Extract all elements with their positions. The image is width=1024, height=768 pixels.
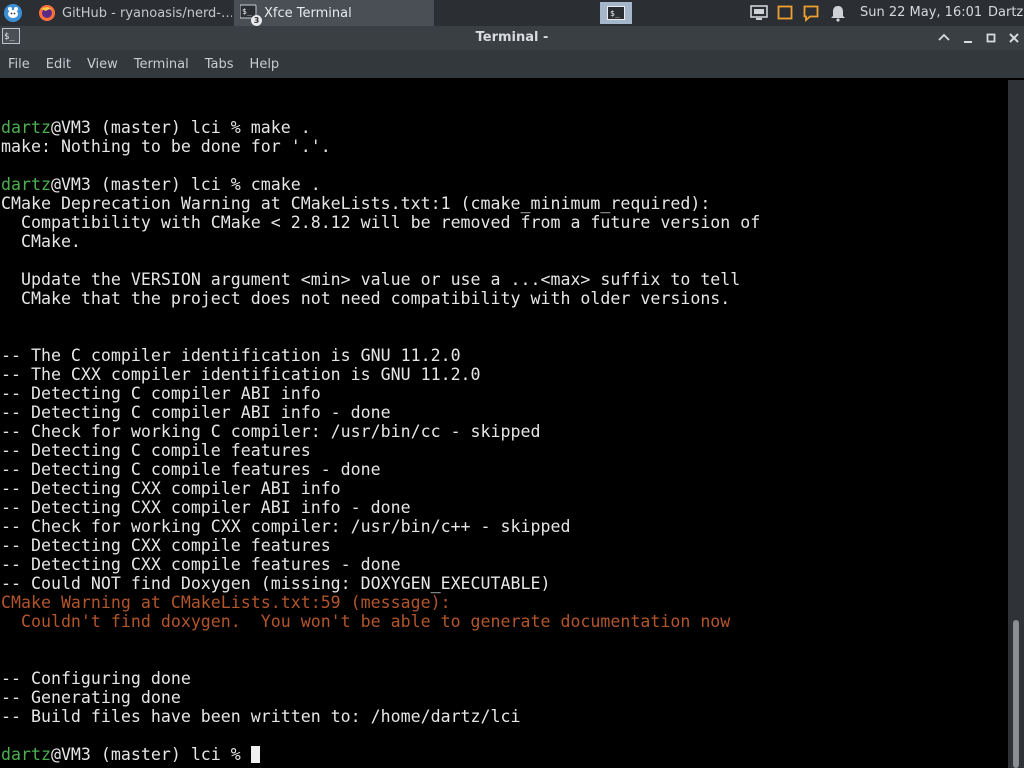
command-text: make . (250, 118, 311, 137)
output-line: -- Detecting C compiler ABI info (1, 384, 321, 403)
output-line: -- Could NOT find Doxygen (missing: DOXY… (1, 574, 551, 593)
clock[interactable]: Sun 22 May, 16:01 (860, 0, 982, 26)
output-line: -- Detecting CXX compiler ABI info - don… (1, 498, 411, 517)
output-line: -- Check for working CXX compiler: /usr/… (1, 517, 571, 536)
menu-view[interactable]: View (79, 57, 126, 72)
minimize-button[interactable] (960, 30, 976, 46)
menu-bar: File Edit View Terminal Tabs Help (0, 50, 1024, 78)
workspace-switcher[interactable]: $_ (600, 2, 632, 24)
output-line: -- The CXX compiler identification is GN… (1, 365, 481, 384)
terminal-scrollbar[interactable] (1008, 80, 1024, 768)
whisker-menu-icon[interactable] (3, 3, 23, 23)
output-line: -- Generating done (1, 688, 181, 707)
top-panel: GitHub - ryanoasis/nerd-… $_ 3 Xfce Term… (0, 0, 1024, 26)
window-title: Terminal - (475, 30, 549, 45)
menu-help[interactable]: Help (242, 57, 288, 72)
output-line: CMake Deprecation Warning at CMakeLists.… (1, 194, 711, 213)
terminal-icon: $_ (607, 6, 625, 20)
prompt-host: @VM3 (master) lci % (50, 175, 251, 194)
prompt-user: dartz (1, 175, 51, 194)
prompt-host: @VM3 (master) lci % (50, 118, 251, 137)
output-line: CMake that the project does not need com… (1, 289, 731, 308)
chat-icon[interactable] (803, 4, 819, 22)
prompt-line: dartz@VM3 (master) lci % (1, 745, 260, 764)
shade-button[interactable] (936, 30, 952, 46)
menu-terminal[interactable]: Terminal (126, 57, 197, 72)
taskbar-item-label: GitHub - ryanoasis/nerd-… (62, 5, 232, 21)
prompt-line: dartz@VM3 (master) lci % make . (1, 118, 311, 137)
menu-edit[interactable]: Edit (38, 57, 79, 72)
text-cursor (250, 746, 260, 763)
window-count-badge: 3 (251, 15, 262, 26)
output-line: make: Nothing to be done for '.'. (1, 137, 331, 156)
output-line: Compatibility with CMake < 2.8.12 will b… (1, 213, 761, 232)
taskbar-item-terminal[interactable]: $_ 3 Xfce Terminal (234, 0, 434, 26)
output-line: -- The C compiler identification is GNU … (1, 346, 461, 365)
notes-icon[interactable] (777, 4, 793, 22)
scrollbar-thumb[interactable] (1013, 620, 1019, 768)
firefox-icon (39, 5, 55, 21)
output-line: -- Detecting CXX compile features (1, 536, 331, 555)
svg-text:$_: $_ (242, 7, 252, 16)
maximize-button[interactable] (983, 30, 999, 46)
output-line: -- Detecting C compile features (1, 441, 311, 460)
warning-line: CMake Warning at CMakeLists.txt:59 (mess… (1, 593, 451, 612)
menu-file[interactable]: File (0, 57, 38, 72)
prompt-line: dartz@VM3 (master) lci % cmake . (1, 175, 321, 194)
output-line: -- Detecting C compile features - done (1, 460, 381, 479)
terminal-output[interactable]: dartz@VM3 (master) lci % make . make: No… (0, 80, 1008, 768)
svg-text:$_: $_ (610, 9, 620, 18)
menu-tabs[interactable]: Tabs (197, 57, 242, 72)
network-icon[interactable] (749, 4, 769, 22)
user-menu[interactable]: Dartz (988, 0, 1024, 26)
output-line: -- Detecting CXX compile features - done (1, 555, 401, 574)
window-titlebar[interactable]: $_ Terminal - (0, 26, 1024, 50)
output-line: -- Build files have been written to: /ho… (1, 707, 521, 726)
taskbar-item-label: Xfce Terminal (264, 5, 352, 21)
warning-line: Couldn't find doxygen. You won't be able… (1, 612, 731, 631)
output-line: -- Check for working C compiler: /usr/bi… (1, 422, 541, 441)
output-line: CMake. (1, 232, 81, 251)
prompt-host: @VM3 (master) lci % (50, 745, 251, 764)
close-button[interactable] (1006, 30, 1022, 46)
output-line: Update the VERSION argument <min> value … (1, 270, 741, 289)
prompt-user: dartz (1, 118, 51, 137)
terminal-icon: $_ 3 (239, 4, 262, 26)
command-text: cmake . (250, 175, 321, 194)
bell-icon[interactable] (829, 4, 847, 22)
output-line: -- Detecting CXX compiler ABI info (1, 479, 341, 498)
taskbar-item-firefox[interactable]: GitHub - ryanoasis/nerd-… (32, 0, 232, 26)
output-line: -- Detecting C compiler ABI info - done (1, 403, 391, 422)
prompt-user: dartz (1, 745, 51, 764)
output-line: -- Configuring done (1, 669, 191, 688)
